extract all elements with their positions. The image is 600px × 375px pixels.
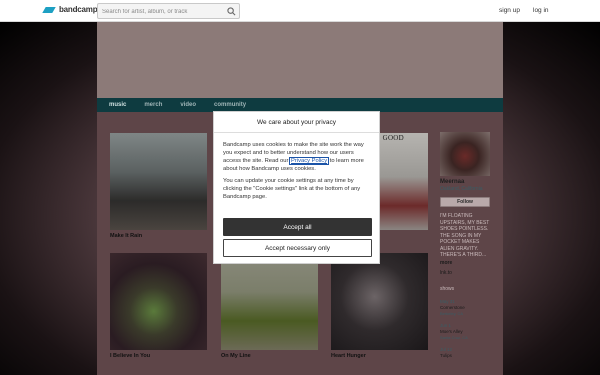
nav-community[interactable]: community [214, 102, 246, 108]
album-title[interactable]: On My Line [221, 353, 318, 359]
album-art[interactable] [110, 133, 207, 230]
band-nav: music merch video community [97, 98, 503, 112]
cookie-explanation: Bandcamp uses cookies to make the site w… [223, 141, 370, 173]
nav-video[interactable]: video [180, 102, 196, 108]
band-sidebar: Meernaa Oakland, California Follow I'M F… [440, 132, 495, 358]
dialog-title: We care about your privacy [214, 112, 379, 133]
nav-music[interactable]: music [109, 102, 126, 108]
album-title[interactable]: Heart Hunger [331, 353, 428, 359]
album-title[interactable]: I Believe In You [110, 353, 207, 359]
show-item[interactable]: Jul 12 Tulips [440, 347, 495, 358]
sign-up-link[interactable]: sign up [499, 7, 520, 14]
top-bar: bandcamp sign up log in [0, 0, 600, 22]
band-photo [440, 132, 490, 176]
cookie-consent-dialog: We care about your privacy Bandcamp uses… [213, 111, 380, 264]
album-card[interactable]: I Believe In You [110, 253, 207, 359]
album-card[interactable]: Make It Rain [110, 133, 207, 239]
dialog-body: Bandcamp uses cookies to make the site w… [214, 133, 379, 201]
band-header-image [97, 22, 503, 98]
logo-text: bandcamp [59, 5, 98, 14]
shows-heading: shows [440, 285, 455, 292]
search-input[interactable] [102, 6, 224, 17]
bio-more-link[interactable]: more [440, 260, 495, 266]
show-date: Jun 1 [440, 322, 452, 328]
show-date: Jul 12 [440, 346, 453, 352]
album-title[interactable]: Make It Rain [110, 233, 207, 239]
follow-button[interactable]: Follow [440, 197, 490, 207]
accept-necessary-button[interactable]: Accept necessary only [223, 239, 372, 257]
accept-all-button[interactable]: Accept all [223, 218, 372, 236]
privacy-policy-link[interactable]: Privacy Policy [289, 157, 330, 165]
show-item[interactable]: May 31 Cornerstone Berkeley, CA [440, 299, 495, 316]
search-icon[interactable] [227, 7, 236, 16]
album-card[interactable]: Heart Hunger [331, 253, 428, 359]
show-location: Berkeley, CA [440, 310, 464, 316]
album-art[interactable] [110, 253, 207, 350]
search-box [97, 3, 240, 19]
show-venue: Tulips [440, 352, 452, 358]
nav-merch[interactable]: merch [144, 102, 162, 108]
bandcamp-logo-icon [42, 6, 56, 13]
band-bio: I'M FLOATING UPSTAIRS, MY BEST SHOES POI… [440, 213, 490, 258]
show-date: May 31 [440, 298, 455, 304]
band-external-link[interactable]: lnk.to [440, 270, 495, 276]
show-venue: Cornerstone [440, 304, 465, 310]
album-card[interactable]: On My Line [221, 253, 318, 359]
band-location: Oakland, California [440, 186, 483, 192]
log-in-link[interactable]: log in [533, 7, 549, 14]
bandcamp-logo[interactable]: bandcamp [42, 5, 98, 14]
show-venue: Moe's Alley [440, 328, 463, 334]
show-item[interactable]: Jun 1 Moe's Alley Santa Cruz, CA [440, 323, 495, 340]
show-location: Santa Cruz, CA [440, 334, 468, 340]
cookie-settings-note: You can update your cookie settings at a… [223, 178, 361, 200]
album-art[interactable] [331, 253, 428, 350]
album-art[interactable] [221, 253, 318, 350]
band-name: Meernaa [440, 179, 465, 185]
